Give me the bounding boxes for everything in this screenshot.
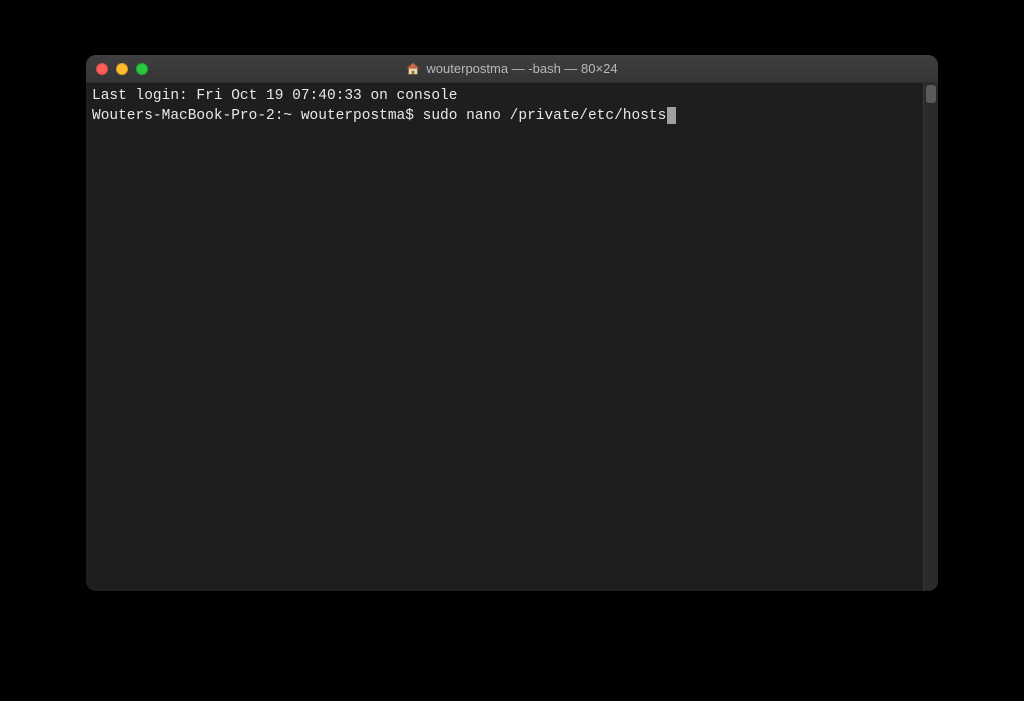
terminal-login-line: Last login: Fri Oct 19 07:40:33 on conso…: [92, 87, 932, 107]
cursor-block-icon: [667, 107, 676, 124]
terminal-prompt-line: Wouters-MacBook-Pro-2:~ wouterpostma$ su…: [92, 107, 932, 127]
terminal-prompt: Wouters-MacBook-Pro-2:~ wouterpostma$: [92, 108, 423, 124]
close-button[interactable]: [96, 63, 108, 75]
home-icon: [406, 62, 420, 76]
maximize-button[interactable]: [136, 63, 148, 75]
minimize-button[interactable]: [116, 63, 128, 75]
window-title: wouterpostma — -bash — 80×24: [426, 61, 617, 76]
terminal-command: sudo nano /private/etc/hosts: [423, 108, 667, 124]
window-title-container: wouterpostma — -bash — 80×24: [86, 61, 938, 76]
traffic-lights: [96, 63, 148, 75]
scrollbar-thumb[interactable]: [926, 85, 936, 103]
terminal-window: wouterpostma — -bash — 80×24 Last login:…: [86, 55, 938, 591]
terminal-body[interactable]: Last login: Fri Oct 19 07:40:33 on conso…: [86, 83, 938, 591]
titlebar[interactable]: wouterpostma — -bash — 80×24: [86, 55, 938, 83]
scrollbar-track[interactable]: [923, 83, 938, 591]
